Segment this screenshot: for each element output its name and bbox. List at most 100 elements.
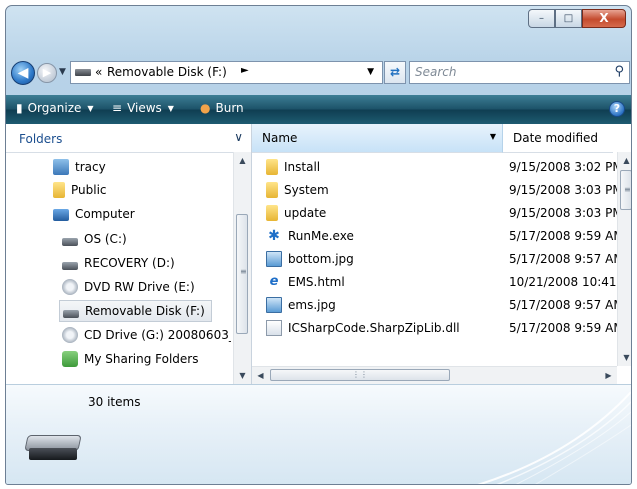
navigation-bar: ◀ ▶ ▼ « Removable Disk (F:) ► ▼ ⇄ Search… (6, 57, 631, 89)
refresh-button[interactable]: ⇄ (384, 61, 406, 84)
scroll-thumb[interactable]: ⋮⋮ (270, 369, 450, 381)
content-area: Folders ∨ tracy Public Computer OS (C:) … (6, 124, 631, 384)
folder-icon (266, 181, 278, 198)
scroll-grip-icon: ≡ (240, 267, 247, 276)
table-row[interactable]: ✱ RunMe.exe 5/17/2008 9:59 AM (252, 224, 617, 247)
recent-pages-dropdown[interactable]: ▼ (59, 67, 66, 77)
image-icon (266, 250, 282, 267)
table-row[interactable]: Install 9/15/2008 3:02 PM (252, 155, 617, 178)
organize-button[interactable]: ▮ Organize ▼ (16, 101, 94, 115)
chevron-down-icon[interactable]: ∨ (234, 130, 243, 144)
burn-button[interactable]: ● Burn (200, 101, 244, 115)
file-date: 5/17/2008 9:59 AM (509, 320, 617, 335)
table-row[interactable]: System 9/15/2008 3:03 PM (252, 178, 617, 201)
tree-item-label: My Sharing Folders (84, 352, 199, 366)
forward-arrow-icon: ▶ (42, 66, 52, 79)
exe-icon: ✱ (268, 227, 280, 244)
file-date: 5/17/2008 9:57 AM (509, 251, 617, 266)
removable-drive-icon (24, 435, 82, 461)
search-icon[interactable]: ⚲ (614, 64, 624, 79)
folder-icon (266, 158, 278, 175)
file-list-hscrollbar[interactable]: ◀ ⋮⋮ ▶ (252, 366, 617, 384)
tree-item-label: DVD RW Drive (E:) (84, 280, 195, 294)
file-list-scrollbar[interactable]: ▲ ≡ ▼ (617, 152, 631, 366)
back-button[interactable]: ◀ (11, 61, 35, 85)
file-date: 9/15/2008 3:02 PM (509, 159, 617, 174)
forward-button[interactable]: ▶ (37, 63, 57, 83)
sort-dropdown-icon[interactable]: ▼ (490, 132, 496, 141)
scroll-thumb[interactable]: ≡ (620, 170, 631, 210)
tree-item-label: Public (71, 183, 107, 197)
column-header-date[interactable]: Date modified (503, 124, 613, 153)
computer-icon (53, 209, 69, 221)
table-row[interactable]: update 9/15/2008 3:03 PM (252, 201, 617, 224)
scroll-down-arrow[interactable]: ▼ (618, 349, 631, 366)
table-row[interactable]: e EMS.html 10/21/2008 10:41 ... (252, 270, 617, 293)
dll-icon (266, 319, 282, 336)
tree-item-os-c[interactable]: OS (C:) (62, 228, 127, 250)
address-history-dropdown[interactable]: ▼ (367, 67, 374, 77)
tree-item-tracy[interactable]: tracy (53, 156, 106, 178)
table-row[interactable]: ICSharpCode.SharpZipLib.dll 5/17/2008 9:… (252, 316, 617, 339)
scroll-up-arrow[interactable]: ▲ (234, 152, 251, 169)
scroll-down-arrow[interactable]: ▼ (234, 367, 251, 384)
help-button[interactable]: ? (609, 101, 625, 117)
views-label: Views (127, 101, 162, 115)
title-bar[interactable]: – □ X (6, 6, 631, 52)
decorative-swoosh (477, 391, 631, 484)
explorer-window: – □ X ◀ ▶ ▼ « Removable Disk (F:) ► ▼ ⇄ … (5, 5, 632, 485)
views-icon: ≡ (112, 101, 123, 115)
sharing-folder-icon (62, 351, 78, 367)
folder-tree: tracy Public Computer OS (C:) RECOVERY (… (6, 152, 231, 384)
address-bar[interactable]: « Removable Disk (F:) ► ▼ (70, 61, 383, 84)
column-header-name[interactable]: Name ▼ (252, 124, 503, 153)
maximize-button[interactable]: □ (555, 9, 582, 28)
table-row[interactable]: ems.jpg 5/17/2008 9:57 AM (252, 293, 617, 316)
column-label: Name (262, 131, 298, 145)
address-subfolder-arrow[interactable]: ► (241, 65, 249, 76)
tree-item-cd-g[interactable]: CD Drive (G:) 20080603_1654 (62, 324, 231, 346)
folders-title: Folders (19, 132, 63, 146)
table-row[interactable]: bottom.jpg 5/17/2008 9:57 AM (252, 247, 617, 270)
chevron-down-icon: ▼ (167, 103, 174, 113)
file-name: ICSharpCode.SharpZipLib.dll (288, 320, 460, 335)
address-path[interactable]: Removable Disk (F:) (107, 65, 227, 79)
tree-item-recovery-d[interactable]: RECOVERY (D:) (62, 252, 175, 274)
tree-item-dvd-e[interactable]: DVD RW Drive (E:) (62, 276, 195, 298)
tree-item-label: Removable Disk (F:) (85, 304, 205, 318)
back-arrow-icon: ◀ (17, 65, 29, 81)
search-input[interactable]: Search (415, 65, 457, 79)
views-button[interactable]: ≡ Views ▼ (112, 101, 174, 115)
details-pane: 30 items (6, 384, 631, 484)
close-button[interactable]: X (582, 9, 626, 28)
user-folder-icon (53, 159, 69, 175)
file-date: 5/17/2008 9:59 AM (509, 228, 617, 243)
file-name: EMS.html (288, 274, 345, 289)
scroll-left-arrow[interactable]: ◀ (252, 367, 269, 384)
removable-drive-icon (75, 69, 91, 76)
caption-buttons: – □ X (528, 9, 626, 28)
address-overflow-chevron[interactable]: « (95, 65, 102, 79)
organize-label: Organize (27, 101, 82, 115)
file-name: Install (284, 159, 321, 174)
tree-item-removable-f[interactable]: Removable Disk (F:) (59, 300, 212, 322)
scroll-thumb[interactable]: ≡ (236, 214, 248, 334)
file-name: ems.jpg (288, 297, 336, 312)
scroll-grip-icon: ≡ (624, 185, 631, 194)
tree-item-label: OS (C:) (84, 232, 127, 246)
refresh-icon: ⇄ (389, 65, 401, 79)
dvd-drive-icon (62, 279, 78, 295)
search-box[interactable]: Search ⚲ (409, 61, 630, 84)
tree-item-computer[interactable]: Computer (53, 203, 135, 225)
tree-item-public[interactable]: Public (53, 179, 107, 201)
tree-item-my-sharing-folders[interactable]: My Sharing Folders (62, 348, 199, 370)
scroll-up-arrow[interactable]: ▲ (618, 152, 631, 169)
folders-scrollbar[interactable]: ▲ ≡ ▼ (233, 152, 251, 384)
removable-drive-icon (63, 310, 79, 318)
burn-icon: ● (200, 101, 211, 115)
column-label: Date modified (513, 131, 599, 145)
folders-header[interactable]: Folders ∨ (6, 124, 251, 153)
scroll-right-arrow[interactable]: ▶ (600, 367, 617, 384)
drive-icon (62, 238, 78, 246)
minimize-button[interactable]: – (528, 9, 555, 28)
